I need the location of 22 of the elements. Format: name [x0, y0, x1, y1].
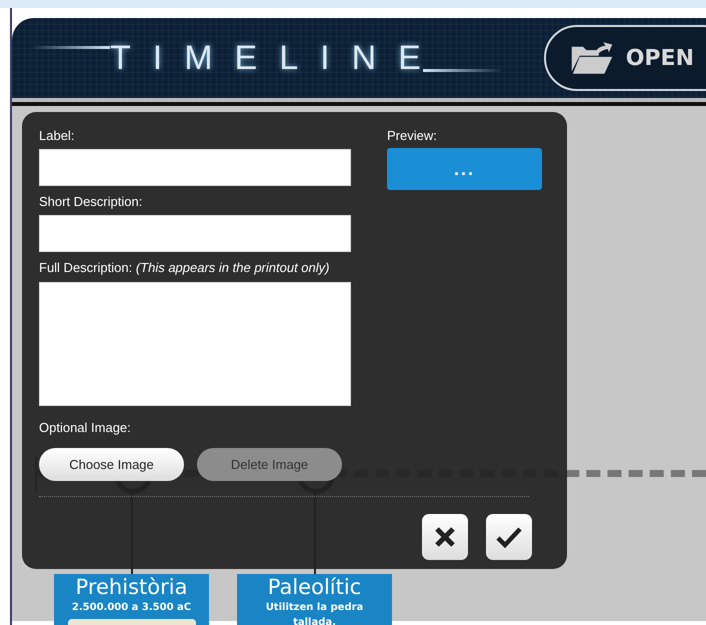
event-subtitle: Utilitzen la pedra tallada. [264, 601, 364, 625]
field-label: Short Description: [39, 193, 144, 211]
app-title: TIMELINE [110, 38, 443, 78]
input-field[interactable] [39, 149, 351, 186]
text-area[interactable] [39, 282, 351, 406]
cancel-button[interactable] [422, 514, 468, 560]
input-field[interactable] [39, 215, 351, 252]
event-card[interactable]: Prehistòria 2.500.000 a 3.500 aC [54, 574, 209, 625]
event-card[interactable]: Paleolític Utilitzen la pedra tallada. [237, 574, 392, 625]
preview-button[interactable]: ... [387, 148, 542, 190]
event-title: Prehistòria [76, 574, 188, 600]
field-label: Label: [39, 127, 76, 145]
field-label: Full Description: (This appears in the printout only) [39, 259, 330, 277]
checkmark-icon [496, 525, 522, 549]
confirm-button[interactable] [486, 514, 532, 560]
field-label: Optional Image: [39, 419, 132, 437]
event-title: Paleolític [268, 574, 362, 600]
event-subtitle: 2.500.000 a 3.500 aC [70, 601, 192, 615]
choose-image-button[interactable]: Choose Image [39, 448, 184, 481]
open-button[interactable]: OPEN [544, 25, 706, 91]
close-icon [433, 525, 457, 549]
preview-label: Preview: [387, 127, 438, 145]
